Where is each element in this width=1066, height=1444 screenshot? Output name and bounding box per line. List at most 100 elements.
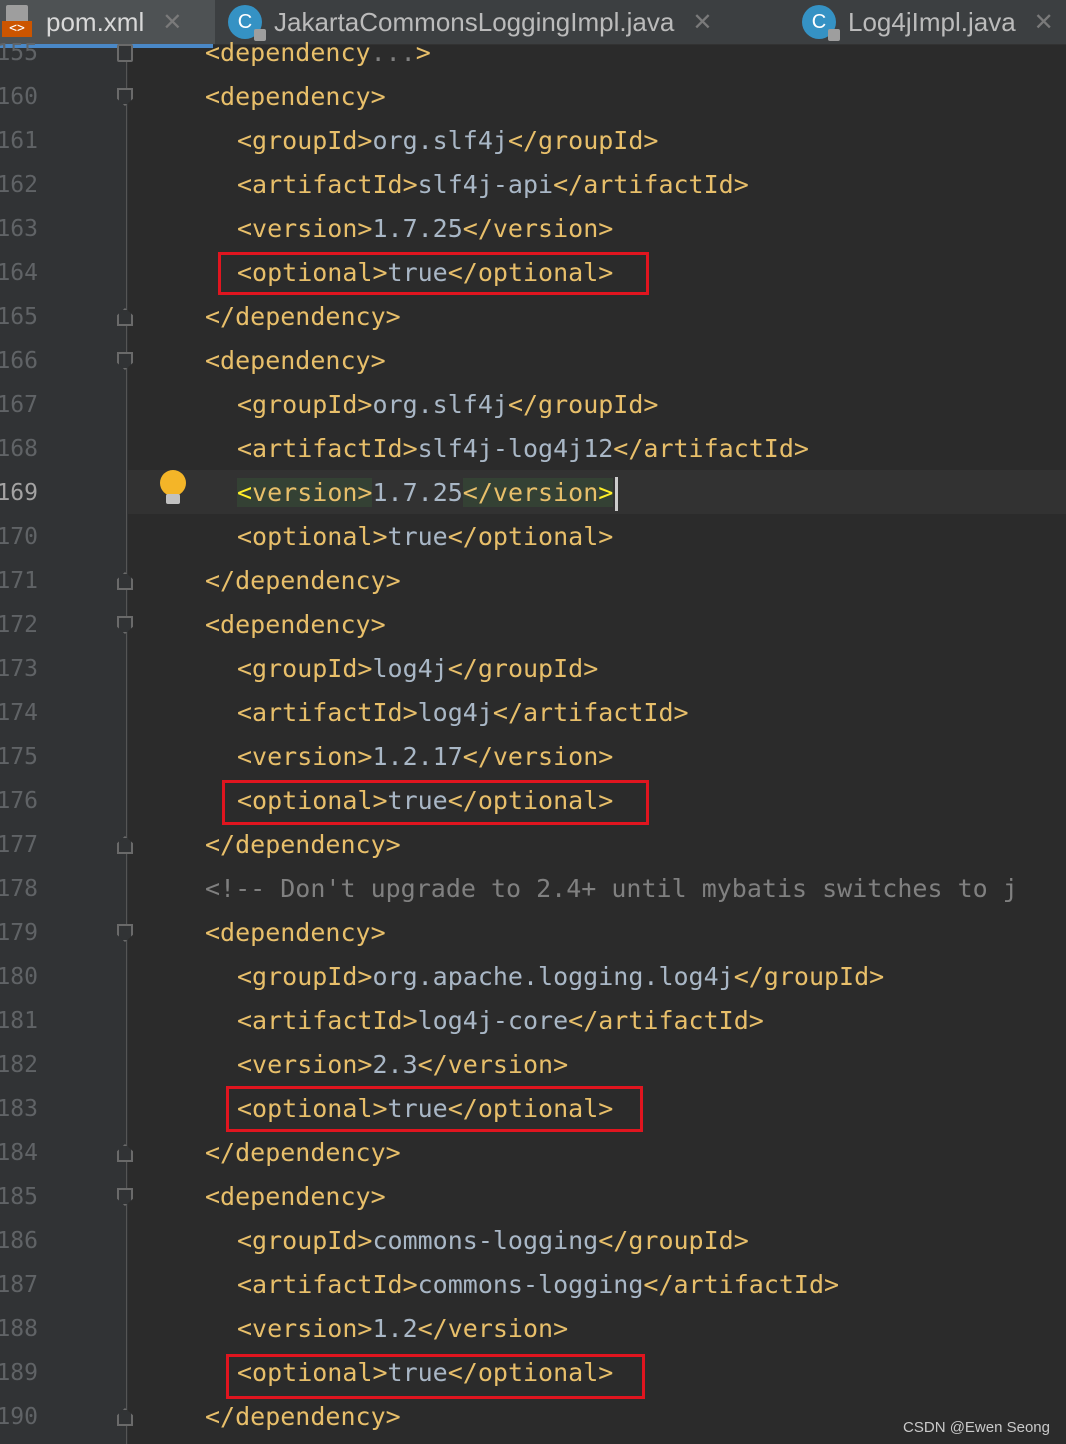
fold-collapse-icon[interactable] (117, 352, 133, 370)
line-number: 171 (0, 568, 38, 594)
xml-tag: <artifactId> (237, 170, 418, 199)
xml-value: log4j (372, 654, 448, 683)
code-line[interactable]: 165 </dependency> (0, 295, 1066, 339)
xml-tag: </dependency> (205, 1138, 401, 1167)
xml-tag: <dependency> (205, 610, 386, 639)
xml-tag: <artifactId> (237, 1270, 418, 1299)
code-line[interactable]: 170 <optional>true</optional> (0, 515, 1066, 559)
line-number: 187 (0, 1272, 38, 1298)
line-number: 182 (0, 1052, 38, 1078)
code-text: <dependency> (205, 911, 386, 955)
xml-tag: <version> (237, 1314, 373, 1343)
fold-end-icon[interactable] (117, 572, 133, 590)
code-line[interactable]: 163 <version>1.7.25</version> (0, 207, 1066, 251)
xml-tag: </artifactId> (492, 698, 689, 727)
fold-collapse-icon[interactable] (117, 616, 133, 634)
code-text: <!-- Don't upgrade to 2.4+ until mybatis… (205, 867, 1018, 911)
line-number: 181 (0, 1008, 38, 1034)
code-line[interactable]: 166 <dependency> (0, 339, 1066, 383)
code-line[interactable]: 162 <artifactId>slf4j-api</artifactId> (0, 163, 1066, 207)
fold-end-icon[interactable] (117, 1408, 133, 1426)
code-line[interactable]: 177 </dependency> (0, 823, 1066, 867)
line-number: 161 (0, 128, 38, 154)
code-line[interactable]: 161 <groupId>org.slf4j</groupId> (0, 119, 1066, 163)
xml-value: org.slf4j (372, 126, 508, 155)
code-line[interactable]: 168 <artifactId>slf4j-log4j12</artifactId… (0, 427, 1066, 471)
xml-tag: </optional> (447, 522, 614, 551)
code-line[interactable]: 178 <!-- Don't upgrade to 2.4+ until myba… (0, 867, 1066, 911)
code-text: </dependency> (205, 295, 401, 339)
matched-tag: <version> (237, 478, 373, 507)
fold-end-icon[interactable] (117, 836, 133, 854)
code-line[interactable]: 182 <version>2.3</version> (0, 1043, 1066, 1087)
code-line[interactable]: 167 <groupId>org.slf4j</groupId> (0, 383, 1066, 427)
code-text: <dependency> (205, 1175, 386, 1219)
code-line[interactable]: 188 <version>1.2</version> (0, 1307, 1066, 1351)
xml-tag: </artifactId> (553, 170, 749, 199)
text-cursor (615, 477, 619, 511)
line-number: 164 (0, 260, 38, 286)
line-number: 168 (0, 436, 38, 462)
line-number: 190 (0, 1404, 38, 1430)
xml-tag: <version> (237, 742, 373, 771)
xml-value: 1.7.25 (372, 478, 463, 507)
xml-comment: ... (370, 38, 416, 67)
code-line[interactable]: 181 <artifactId>log4j-core</artifactId> (0, 999, 1066, 1043)
code-line[interactable]: 179 <dependency> (0, 911, 1066, 955)
line-number: 178 (0, 876, 38, 902)
line-number: 185 (0, 1184, 38, 1210)
code-line[interactable]: 172 <dependency> (0, 603, 1066, 647)
code-text: <version>1.2</version> (237, 1307, 568, 1351)
bracket-match: > (598, 478, 614, 507)
line-number: 186 (0, 1228, 38, 1254)
xml-tag: </groupId> (447, 654, 599, 683)
code-line[interactable]: 155 <dependency...> (0, 31, 1066, 75)
line-number: 165 (0, 304, 38, 330)
code-text: <version>1.7.25</version> (237, 471, 619, 515)
line-number: 167 (0, 392, 38, 418)
line-number: 162 (0, 172, 38, 198)
xml-tag: <dependency> (205, 82, 386, 111)
fold-end-icon[interactable] (117, 308, 133, 326)
fold-expand-icon[interactable] (117, 44, 133, 62)
xml-tag: <dependency> (205, 918, 386, 947)
fold-collapse-icon[interactable] (117, 924, 133, 942)
code-line[interactable]: 175 <version>1.2.17</version> (0, 735, 1066, 779)
xml-tag: </version> (462, 742, 614, 771)
code-line[interactable]: 174 <artifactId>log4j</artifactId> (0, 691, 1066, 735)
code-line[interactable]: 187 <artifactId>commons-logging</artifact… (0, 1263, 1066, 1307)
xml-value: 1.7.25 (372, 214, 463, 243)
code-text: </dependency> (205, 559, 401, 603)
xml-tag: <dependency> (205, 346, 386, 375)
code-text: <artifactId>commons-logging</artifactId> (237, 1263, 839, 1307)
code-text: <groupId>org.slf4j</groupId> (237, 383, 658, 427)
line-number: 174 (0, 700, 38, 726)
xml-value: 1.2.17 (372, 742, 463, 771)
code-line[interactable]: 186 <groupId>commons-logging</groupId> (0, 1219, 1066, 1263)
line-number: 184 (0, 1140, 38, 1166)
line-number: 163 (0, 216, 38, 242)
code-line[interactable]: 160 <dependency> (0, 75, 1066, 119)
xml-tag: <groupId> (237, 390, 373, 419)
bracket-match: < (237, 478, 253, 507)
fold-collapse-icon[interactable] (117, 1188, 133, 1206)
code-line[interactable]: 185 <dependency> (0, 1175, 1066, 1219)
code-text: <dependency> (205, 75, 386, 119)
intention-bulb-icon[interactable] (158, 470, 188, 506)
fold-collapse-icon[interactable] (117, 88, 133, 106)
code-line[interactable]: 173 <groupId>log4j</groupId> (0, 647, 1066, 691)
line-number: 177 (0, 832, 38, 858)
fold-end-icon[interactable] (117, 1144, 133, 1162)
xml-tag: </dependency> (205, 830, 401, 859)
code-line[interactable]: 184 </dependency> (0, 1131, 1066, 1175)
xml-tag: </version> (462, 214, 614, 243)
code-text: <artifactId>slf4j-api</artifactId> (237, 163, 749, 207)
line-number: 180 (0, 964, 38, 990)
line-number: 175 (0, 744, 38, 770)
line-number: 170 (0, 524, 38, 550)
code-line[interactable]: 171 </dependency> (0, 559, 1066, 603)
code-text: <artifactId>slf4j-log4j12</artifactId> (237, 427, 809, 471)
xml-tag: <optional> (237, 522, 388, 551)
code-line[interactable]: 180 <groupId>org.apache.logging.log4j</gr… (0, 955, 1066, 999)
line-number: 188 (0, 1316, 38, 1342)
